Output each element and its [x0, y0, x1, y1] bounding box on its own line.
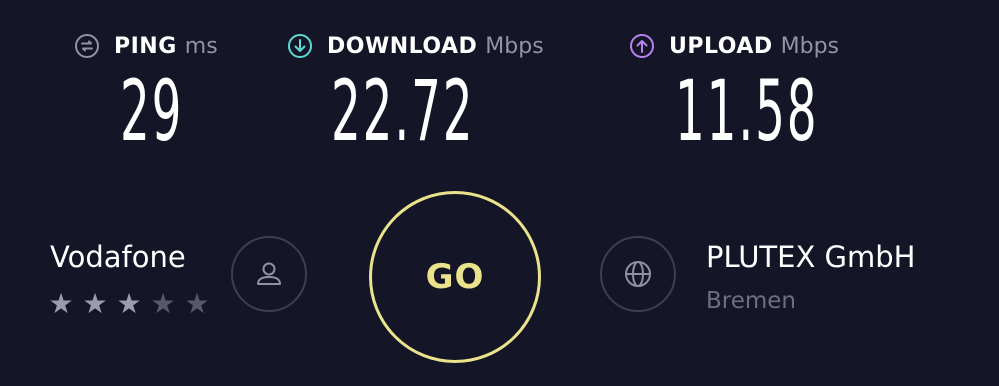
- server-info[interactable]: PLUTEX GmbH Bremen: [706, 240, 916, 314]
- upload-value: 11.58: [675, 62, 819, 160]
- globe-icon-button[interactable]: [600, 236, 676, 312]
- rating-star-icon[interactable]: ★: [44, 290, 78, 318]
- upload-unit: Mbps: [780, 33, 839, 59]
- rating-star-icon[interactable]: ★: [180, 290, 214, 318]
- ping-label: PING: [114, 33, 177, 59]
- user-icon-button[interactable]: [231, 236, 307, 312]
- download-unit: Mbps: [485, 33, 544, 59]
- download-value: 22.72: [331, 62, 475, 160]
- ping-value: 29: [120, 62, 184, 160]
- server-location: Bremen: [706, 288, 797, 314]
- globe-icon: [625, 261, 651, 287]
- isp-name: Vodafone: [50, 240, 186, 274]
- rating-star-icon[interactable]: ★: [78, 290, 112, 318]
- upload-header: UPLOAD Mbps: [629, 30, 839, 62]
- upload-arrow-icon: [629, 33, 655, 59]
- download-label: DOWNLOAD: [327, 33, 478, 59]
- upload-metric: UPLOAD Mbps 11.58: [629, 30, 839, 156]
- isp-rating[interactable]: ★ ★ ★ ★ ★: [44, 290, 214, 318]
- ping-header: PING ms: [74, 30, 218, 62]
- download-arrow-icon: [287, 33, 313, 59]
- ping-metric: PING ms 29: [74, 30, 218, 156]
- ping-unit: ms: [184, 33, 218, 59]
- ping-icon: [74, 33, 100, 59]
- isp-info[interactable]: Vodafone ★ ★ ★ ★ ★: [48, 240, 209, 318]
- upload-label: UPLOAD: [669, 33, 773, 59]
- server-name: PLUTEX GmbH: [706, 240, 916, 274]
- rating-star-icon[interactable]: ★: [146, 290, 180, 318]
- download-header: DOWNLOAD Mbps: [287, 30, 544, 62]
- rating-star-icon[interactable]: ★: [112, 290, 146, 318]
- go-button[interactable]: GO: [369, 191, 541, 363]
- download-metric: DOWNLOAD Mbps 22.72: [287, 30, 544, 156]
- user-icon: [257, 262, 281, 285]
